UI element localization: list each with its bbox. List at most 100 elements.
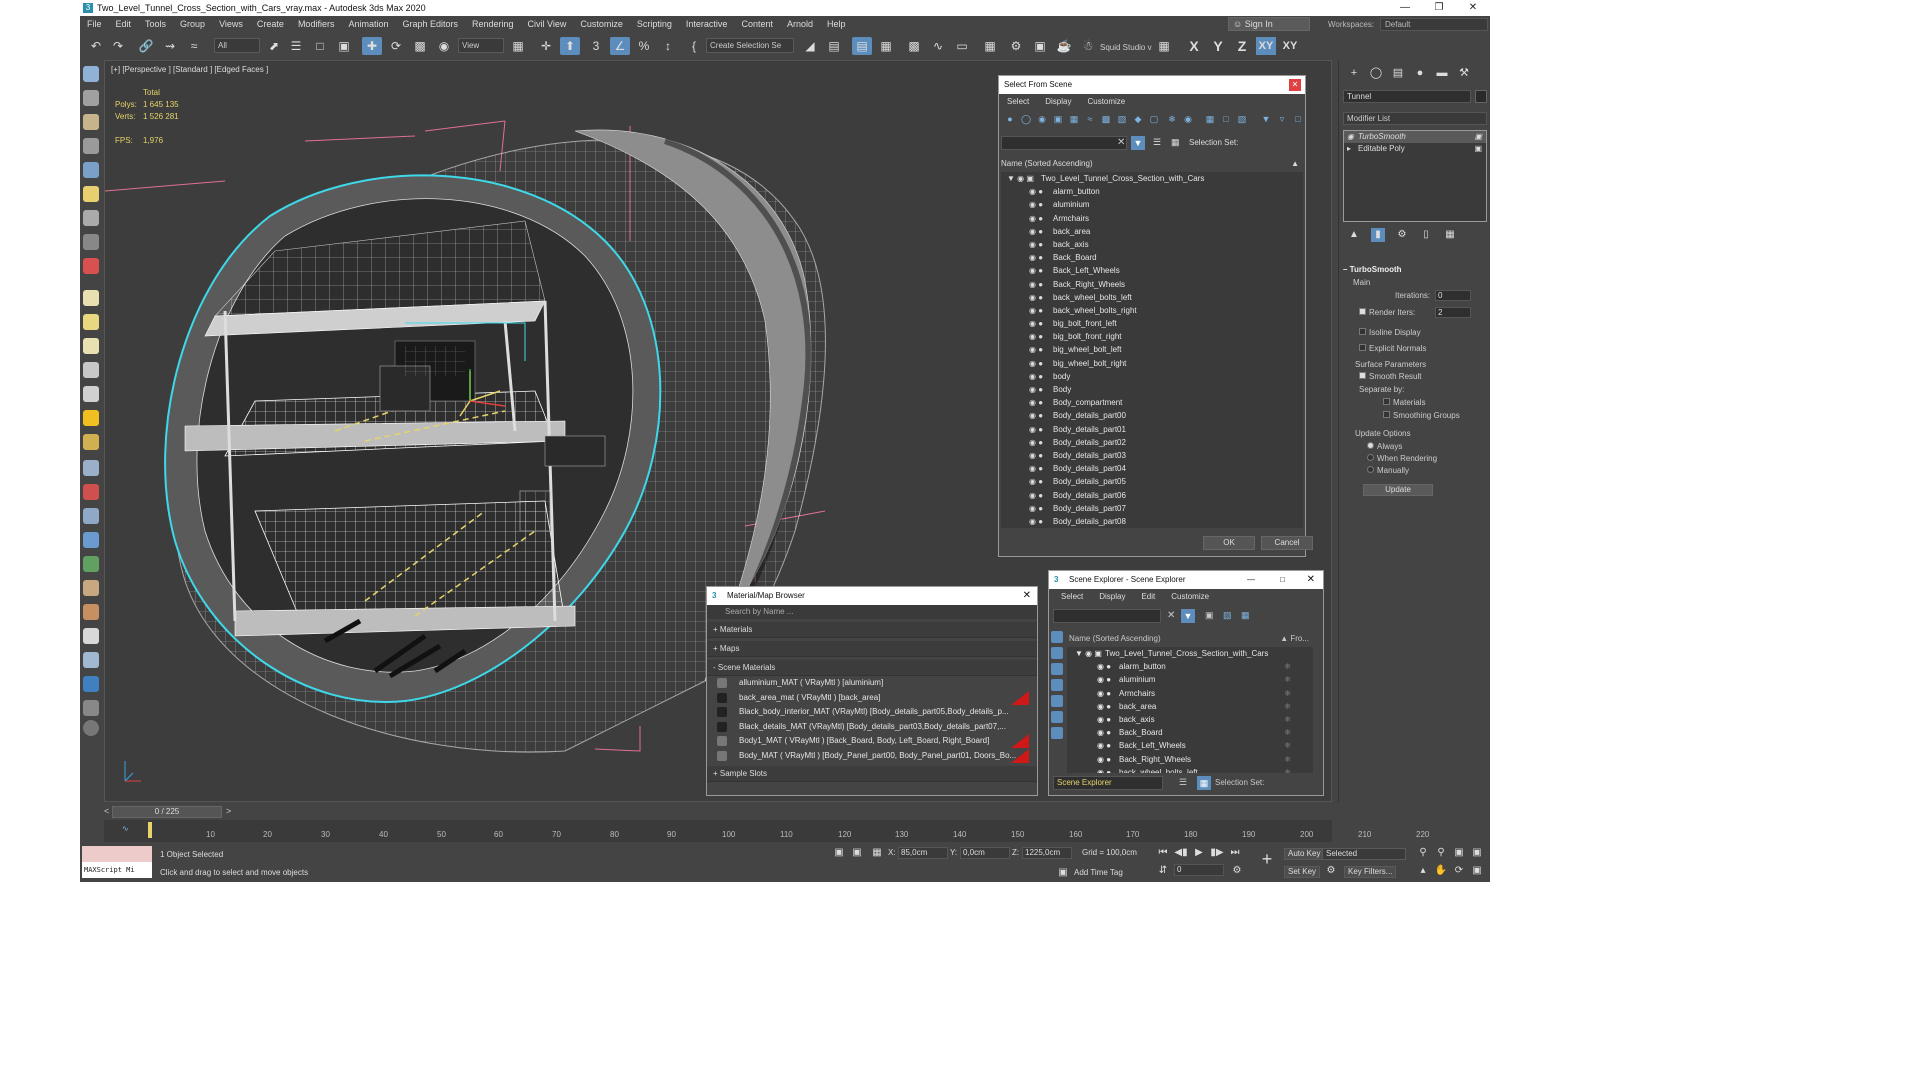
- expand-eye-icon[interactable]: ▼ ◉ ▣: [1007, 172, 1034, 185]
- selection-set-icon[interactable]: ▦: [1197, 776, 1211, 790]
- window-crossing-icon[interactable]: ▣: [334, 37, 354, 55]
- spinner-snap-icon[interactable]: ↕: [658, 37, 678, 55]
- hierarchy-icon[interactable]: ▧: [1223, 610, 1232, 621]
- light-icon[interactable]: [83, 186, 99, 202]
- list-item[interactable]: ◉ ● big_wheel_bolt_left: [1001, 343, 1303, 356]
- object-name-field[interactable]: Tunnel: [1343, 90, 1471, 103]
- visibility-icon[interactable]: ◉ ●: [1029, 264, 1043, 277]
- menu-content[interactable]: Content: [734, 16, 780, 32]
- create-panel-icon[interactable]: [83, 66, 99, 82]
- list-item[interactable]: ◉ ● Back_Left_Wheels ❄: [1067, 739, 1313, 752]
- foliage-icon[interactable]: [83, 556, 99, 572]
- menu-scripting[interactable]: Scripting: [630, 16, 679, 32]
- select-manipulate-icon[interactable]: ✛: [536, 37, 556, 55]
- select-object-icon[interactable]: ⬈: [264, 37, 284, 55]
- list-item[interactable]: ◉ ● Back_Right_Wheels: [1001, 278, 1303, 291]
- list-item[interactable]: ◉ ● big_wheel_bolt_right: [1001, 357, 1303, 370]
- minimize-icon[interactable]: —: [1247, 571, 1255, 589]
- list-item[interactable]: ◉ ● aluminium ❄: [1067, 673, 1313, 686]
- lock-icon[interactable]: ▣: [1205, 610, 1214, 621]
- filter-cameras-icon[interactable]: [1051, 679, 1063, 691]
- filter-helpers-icon[interactable]: [1051, 695, 1063, 707]
- cloud-icon[interactable]: [83, 90, 99, 106]
- material-row[interactable]: alluminium_MAT ( VRayMtl ) [aluminium]: [713, 676, 1031, 691]
- render-icon[interactable]: [83, 652, 99, 668]
- visibility-icon[interactable]: ◉ ●: [1097, 713, 1111, 726]
- next-frame-icon[interactable]: ▮▶: [1210, 846, 1224, 860]
- z-coordinate-field[interactable]: 1225,0cm: [1022, 847, 1072, 859]
- menu-file[interactable]: File: [80, 16, 109, 32]
- search-input[interactable]: Search by Name ...: [707, 605, 1037, 619]
- shape-icon[interactable]: [83, 508, 99, 524]
- visibility-icon[interactable]: ◉ ●: [1029, 396, 1043, 409]
- menu-display[interactable]: Display: [1037, 94, 1079, 110]
- explorer-name-dropdown[interactable]: Scene Explorer: [1053, 776, 1163, 790]
- menu-arnold[interactable]: Arnold: [780, 16, 820, 32]
- name-column-header[interactable]: Name (Sorted Ascending) ▲: [1001, 158, 1303, 170]
- render-production-icon[interactable]: ☕: [1054, 37, 1074, 55]
- teapot-icon[interactable]: [83, 362, 99, 378]
- visibility-icon[interactable]: ◉ ●: [1029, 383, 1043, 396]
- frozen-icon[interactable]: ❄: [1284, 753, 1291, 766]
- when-rendering-radio[interactable]: [1367, 454, 1374, 461]
- align-icon[interactable]: ▤: [824, 37, 844, 55]
- redo-icon[interactable]: ↷: [108, 37, 128, 55]
- visibility-icon[interactable]: ◉ ●: [1097, 700, 1111, 713]
- visibility-icon[interactable]: ◉ ●: [1029, 212, 1043, 225]
- x-coordinate-field[interactable]: 85,0cm: [898, 847, 948, 859]
- visibility-icon[interactable]: ◉ ●: [1029, 502, 1043, 515]
- visibility-icon[interactable]: ◉ ●: [1029, 330, 1043, 343]
- time-slider[interactable]: < 0 / 225 >: [104, 804, 1332, 820]
- render-iters-spinner[interactable]: 2: [1435, 307, 1471, 318]
- list-item[interactable]: ◉ ● Body_details_part00: [1001, 409, 1303, 422]
- list-item[interactable]: ◉ ● Body_details_part06: [1001, 489, 1303, 502]
- prev-frame-icon[interactable]: <: [104, 806, 109, 816]
- keyboard-shortcut-override-icon[interactable]: ⬆: [560, 37, 580, 55]
- minimize-icon[interactable]: —: [1388, 0, 1422, 16]
- time-cursor[interactable]: [148, 822, 152, 838]
- axis-xy-cycle-button[interactable]: XY: [1280, 37, 1300, 55]
- material-sphere-icon[interactable]: [83, 628, 99, 644]
- filter-cameras-icon[interactable]: ▣: [1053, 114, 1063, 124]
- set-key-large-icon[interactable]: +: [1260, 850, 1274, 868]
- maxscript-input[interactable]: MAXScript Mi: [82, 862, 152, 878]
- cone-icon[interactable]: [83, 386, 99, 402]
- close-icon[interactable]: ✕: [1289, 79, 1301, 91]
- menu-modifiers[interactable]: Modifiers: [291, 16, 342, 32]
- object-color-swatch[interactable]: [1475, 90, 1487, 103]
- utilities-tab-icon[interactable]: ⚒: [1457, 66, 1471, 80]
- selected-dropdown[interactable]: Selected: [1322, 848, 1406, 860]
- menu-create[interactable]: Create: [250, 16, 291, 32]
- layer-explorer-icon[interactable]: ▦: [876, 37, 896, 55]
- list-item[interactable]: ◉ ● Body_details_part08: [1001, 515, 1303, 528]
- configure-sets-icon[interactable]: ▦: [1443, 228, 1457, 242]
- key-filters-button[interactable]: Key Filters...: [1344, 866, 1397, 878]
- timeline-track[interactable]: ∿ 10 20 30 40 50 60 70 80 90 100 110 120…: [104, 820, 1429, 842]
- visibility-icon[interactable]: ◉ ●: [1029, 304, 1043, 317]
- show-end-result-icon[interactable]: ▮: [1371, 228, 1385, 242]
- material-row[interactable]: Black_body_interior_MAT (VRayMtl) [Body_…: [713, 705, 1031, 720]
- list-item[interactable]: ◉ ● Body_compartment: [1001, 396, 1303, 409]
- list-item[interactable]: ◉ ● Body_details_part01: [1001, 423, 1303, 436]
- list-item[interactable]: ◉ ● back_axis ❄: [1067, 713, 1313, 726]
- grid-icon[interactable]: ▦: [1154, 37, 1174, 55]
- visibility-icon[interactable]: ◉ ●: [1029, 251, 1043, 264]
- frozen-icon[interactable]: ❄: [1284, 700, 1291, 713]
- menu-rendering[interactable]: Rendering: [465, 16, 521, 32]
- visibility-icon[interactable]: ◉ ●: [1029, 436, 1043, 449]
- play-icon[interactable]: ▶: [1192, 846, 1206, 860]
- filter-spacewarps-icon[interactable]: [1051, 711, 1063, 723]
- list-item[interactable]: ◉ ● back_axis: [1001, 238, 1303, 251]
- visibility-icon[interactable]: ◉ ●: [1029, 423, 1043, 436]
- visibility-icon[interactable]: ◉ ●: [1029, 475, 1043, 488]
- visibility-icon[interactable]: ◉ ●: [1097, 753, 1111, 766]
- y-coordinate-field[interactable]: 0,0cm: [960, 847, 1010, 859]
- material-row[interactable]: back_area_mat ( VRayMtl ) [back_area]: [713, 690, 1031, 706]
- auto-key-button[interactable]: Auto Key: [1284, 848, 1325, 860]
- time-tag-icon[interactable]: ▣: [1056, 866, 1070, 880]
- visibility-icon[interactable]: ◉ ●: [1097, 687, 1111, 700]
- schematic-view-icon[interactable]: ▭: [952, 37, 972, 55]
- object-paint-icon[interactable]: [83, 114, 99, 130]
- geosphere-icon[interactable]: [83, 434, 99, 450]
- filter-lights-icon[interactable]: [1051, 663, 1063, 675]
